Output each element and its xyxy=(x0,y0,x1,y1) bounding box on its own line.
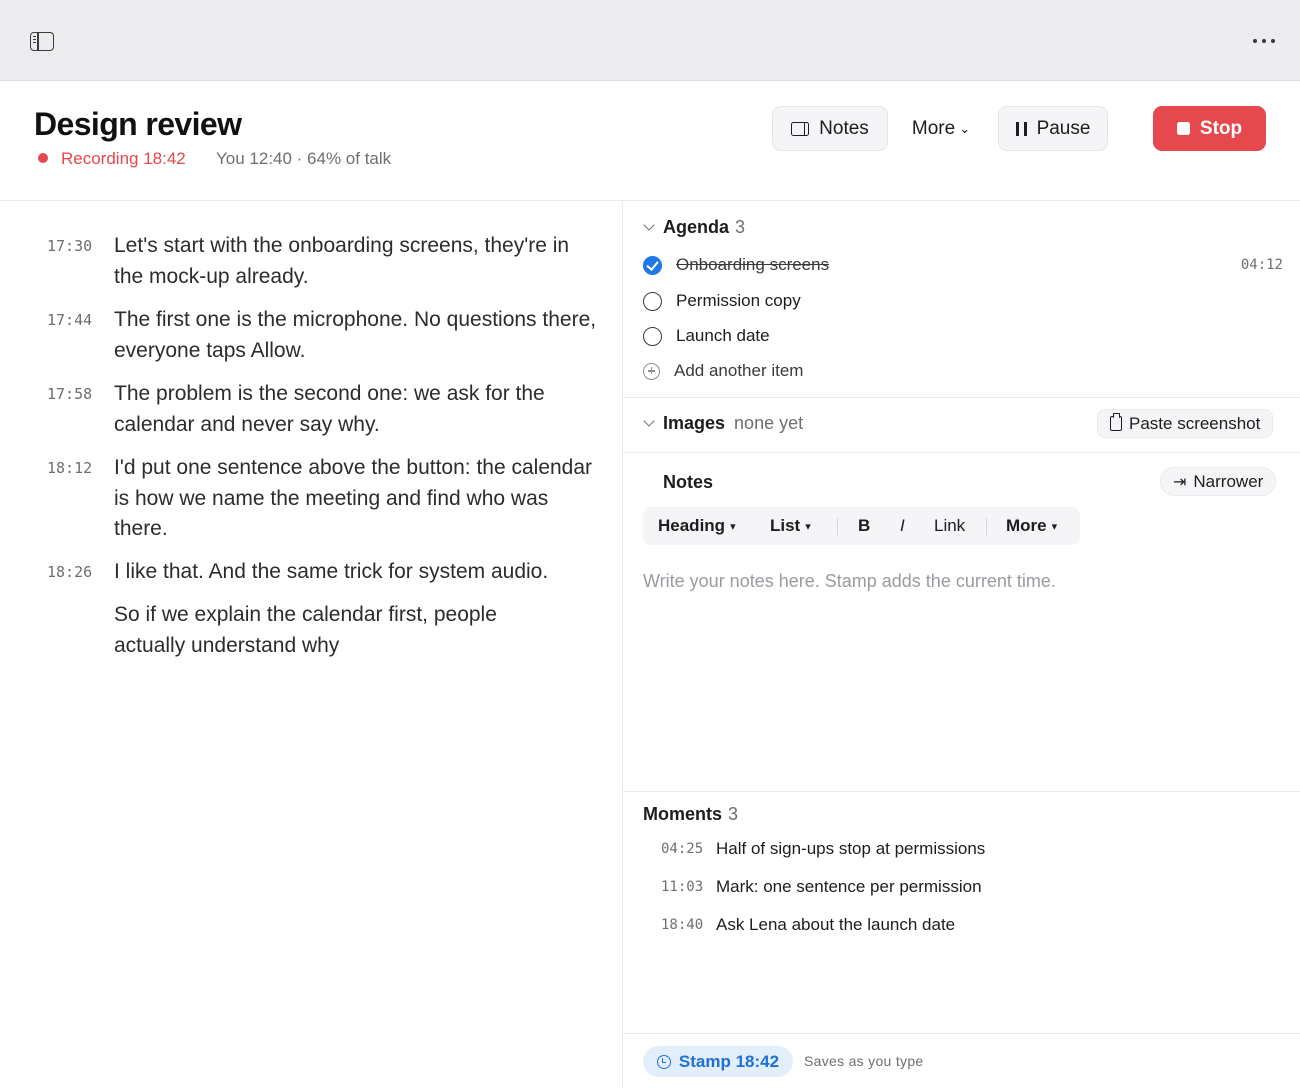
chevron-down-icon: ▾ xyxy=(1051,520,1058,533)
moment-time: 04:25 xyxy=(661,841,704,857)
section-divider xyxy=(623,452,1300,453)
stop-icon xyxy=(1176,122,1190,135)
pause-button-label: Pause xyxy=(1036,117,1091,139)
list-label: List xyxy=(770,516,801,535)
section-divider xyxy=(623,1033,1300,1034)
bold-button[interactable]: B xyxy=(858,507,870,545)
notes-button-label: Notes xyxy=(819,117,869,139)
add-item-label: Add another item xyxy=(674,361,804,380)
notes-editor[interactable]: Write your notes here. Stamp adds the cu… xyxy=(643,571,1056,592)
agenda-title: Agenda xyxy=(663,217,730,237)
overflow-menu-icon[interactable] xyxy=(1253,38,1275,44)
recording-dot-icon xyxy=(38,153,48,163)
stop-button-label: Stop xyxy=(1199,117,1243,139)
chevron-down-icon xyxy=(643,415,655,427)
moment-text: Ask Lena about the launch date xyxy=(716,915,956,934)
moment-item[interactable]: 04:25 Half of sign-ups stop at permissio… xyxy=(661,837,985,861)
clock-icon xyxy=(656,1054,671,1069)
pause-icon xyxy=(1015,121,1027,136)
images-status: none yet xyxy=(734,413,804,433)
clipboard-icon xyxy=(1110,413,1122,431)
chevron-down-icon: ▾ xyxy=(730,520,736,533)
heading-dropdown[interactable]: Heading ▾ xyxy=(658,507,736,545)
moments-title: Moments xyxy=(643,804,723,824)
panel-icon xyxy=(791,121,810,136)
stop-button[interactable]: Stop xyxy=(1153,106,1266,151)
moment-text: Half of sign-ups stop at permissions xyxy=(716,839,986,858)
agenda-item: Launch date xyxy=(643,324,1283,348)
agenda-item-label[interactable]: Permission copy xyxy=(676,291,801,311)
more-menu-button[interactable]: More ⌄ xyxy=(900,106,982,151)
more-button-label: More xyxy=(911,117,956,139)
save-status: Saves as you type xyxy=(804,1053,924,1069)
recording-status: Recording 18:42 xyxy=(61,149,186,168)
more-format-dropdown[interactable]: More ▾ xyxy=(1006,507,1057,545)
transcript-text: The problem is the second one: we ask fo… xyxy=(114,382,545,436)
transcript-text: I'd put one sentence above the button: t… xyxy=(114,456,593,540)
moments-header: Moments 3 xyxy=(643,804,738,825)
stamp-label: Stamp 18:42 xyxy=(678,1051,780,1071)
moment-time: 11:03 xyxy=(661,879,704,895)
agenda-item-time: 04:12 xyxy=(1240,257,1283,273)
meeting-header: Design review Recording 18:42 You 12:40 … xyxy=(0,81,1300,201)
stamp-button[interactable]: Stamp 18:42 xyxy=(643,1046,793,1077)
narrower-label: Narrower xyxy=(1193,471,1264,491)
paste-screenshot-button[interactable]: Paste screenshot xyxy=(1097,409,1274,438)
agenda-count: 3 xyxy=(735,217,746,237)
paste-screenshot-label: Paste screenshot xyxy=(1129,413,1261,433)
notes-toggle-button[interactable]: Notes xyxy=(772,106,888,151)
chevron-down-icon: ▾ xyxy=(805,520,811,533)
chevron-down-icon xyxy=(643,219,655,231)
moment-time: 18:40 xyxy=(661,917,704,933)
section-divider xyxy=(623,397,1300,398)
narrower-button[interactable]: ⇥ Narrower xyxy=(1160,467,1277,496)
images-title: Images xyxy=(663,413,726,433)
agenda-header[interactable]: Agenda 3 xyxy=(643,217,746,238)
italic-button[interactable]: I xyxy=(900,507,905,545)
moment-text: Mark: one sentence per permission xyxy=(716,877,982,896)
chevron-down-icon: ⌄ xyxy=(959,120,971,136)
toolbar-separator xyxy=(837,518,838,535)
agenda-item: Onboarding screens 04:12 xyxy=(643,253,1283,277)
arrow-to-right-icon: ⇥ xyxy=(1173,473,1187,491)
transcript-timestamp: 17:44 xyxy=(47,311,93,329)
side-panel: Agenda 3 Onboarding screens 04:12 Permiss… xyxy=(623,201,1300,1088)
heading-label: Heading xyxy=(658,516,726,535)
images-header[interactable]: Images none yet xyxy=(643,413,804,434)
toolbar-separator xyxy=(986,518,987,535)
agenda-item: Permission copy xyxy=(643,289,1283,313)
window-toolbar xyxy=(0,0,1300,81)
link-button[interactable]: Link xyxy=(934,507,965,545)
transcript-timestamp: 18:12 xyxy=(47,459,93,477)
moment-item[interactable]: 11:03 Mark: one sentence per permission xyxy=(661,875,982,899)
transcript-timestamp: 18:26 xyxy=(47,563,93,581)
transcript-text: Let's start with the onboarding screens,… xyxy=(114,234,570,288)
talk-stats: You 12:40 · 64% of talk xyxy=(216,149,392,168)
sidebar-toggle-icon[interactable] xyxy=(30,32,54,51)
moment-item[interactable]: 18:40 Ask Lena about the launch date xyxy=(661,913,955,937)
plus-circle-icon xyxy=(643,362,660,380)
unchecked-checkbox-icon[interactable] xyxy=(643,291,662,311)
transcript-text: I like that. And the same trick for syst… xyxy=(114,560,549,583)
transcript-timestamp: 17:58 xyxy=(47,385,93,403)
transcript-text: So if we explain the calendar first, peo… xyxy=(114,603,497,657)
notes-title: Notes xyxy=(663,472,714,492)
moments-count: 3 xyxy=(728,804,739,824)
checked-checkbox-icon[interactable] xyxy=(643,255,662,275)
unchecked-checkbox-icon[interactable] xyxy=(643,326,662,346)
agenda-item-label[interactable]: Onboarding screens xyxy=(676,255,829,275)
page-title: Design review xyxy=(34,106,242,142)
add-agenda-item-button[interactable]: Add another item xyxy=(643,359,1283,383)
list-dropdown[interactable]: List ▾ xyxy=(770,507,811,545)
section-divider xyxy=(623,791,1300,792)
agenda-item-label[interactable]: Launch date xyxy=(676,326,770,346)
transcript-timestamp: 17:30 xyxy=(47,237,93,255)
pause-button[interactable]: Pause xyxy=(998,106,1108,151)
format-toolbar: Heading ▾ List ▾ B I Link More ▾ xyxy=(643,507,1080,545)
transcript-text: The first one is the microphone. No ques… xyxy=(114,308,597,362)
more-format-label: More xyxy=(1006,516,1047,535)
